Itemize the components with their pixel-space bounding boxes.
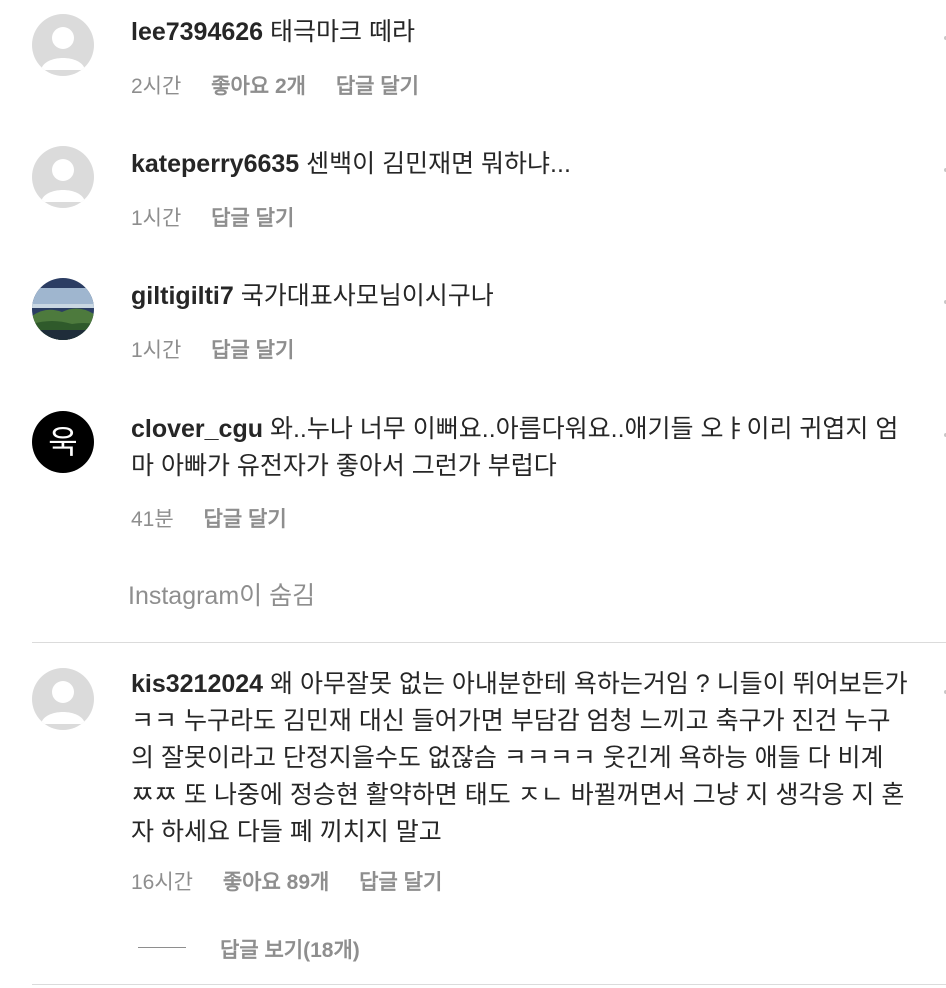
comment-text: clover_cgu 와..누나 너무 이뻐요..아름다워요..애기들 오ㅑ이리… (131, 411, 911, 485)
timestamp: 16시간 (131, 871, 193, 894)
likes-count[interactable]: 좋아요 89개 (223, 871, 329, 894)
timestamp: 41분 (131, 508, 174, 531)
user-silhouette-icon (41, 681, 85, 724)
default-avatar[interactable] (32, 668, 94, 730)
username-link[interactable]: kateperry6635 (131, 150, 299, 178)
comment-meta: 2시간 좋아요 2개 답글 달기 (131, 70, 443, 100)
comment-body: 태극마크 떼라 (270, 18, 415, 46)
comment-meta: 41분 답글 달기 (131, 503, 311, 533)
hidden-by-instagram-label: Instagram이 숨김 (128, 582, 316, 610)
comment-text: lee7394626 태극마크 떼라 (131, 14, 911, 51)
user-avatar[interactable]: 욱 (32, 411, 94, 473)
svg-text:욱: 욱 (48, 423, 77, 461)
timestamp: 1시간 (131, 339, 182, 362)
comment-body: 국가대표사모님이시구나 (240, 282, 494, 310)
timestamp: 1시간 (131, 207, 182, 230)
replies-line (138, 947, 186, 948)
comment-body: 센백이 김민재면 뭐하냐... (306, 150, 571, 178)
likes-count[interactable]: 좋아요 2개 (211, 75, 306, 98)
default-avatar[interactable] (32, 146, 94, 208)
username-link[interactable]: lee7394626 (131, 18, 263, 46)
user-silhouette-icon (41, 159, 85, 202)
landscape-photo-icon (32, 278, 94, 340)
comment-meta: 16시간 좋아요 89개 답글 달기 (131, 866, 466, 896)
user-silhouette-icon (41, 27, 85, 70)
reply-button[interactable]: 답글 달기 (336, 75, 419, 98)
divider (32, 984, 946, 985)
user-avatar[interactable] (32, 278, 94, 340)
glyph-avatar-icon: 욱 (48, 423, 77, 461)
comment-meta: 1시간 답글 달기 (131, 334, 318, 364)
reply-button[interactable]: 답글 달기 (204, 508, 287, 531)
reply-button[interactable]: 답글 달기 (211, 339, 294, 362)
divider (32, 642, 946, 643)
default-avatar[interactable] (32, 14, 94, 76)
username-link[interactable]: giltigilti7 (131, 282, 234, 310)
reply-button[interactable]: 답글 달기 (359, 871, 442, 894)
comment-text: kateperry6635 센백이 김민재면 뭐하냐... (131, 146, 911, 183)
view-replies-button[interactable]: 답글 보기(18개) (220, 934, 360, 964)
username-link[interactable]: kis3212024 (131, 670, 263, 698)
comment-text: giltigilti7 국가대표사모님이시구나 (131, 278, 911, 315)
comment-text: kis3212024 왜 아무잘못 없는 아내분한테 욕하는거임 ? 니들이 뛰… (131, 666, 911, 851)
username-link[interactable]: clover_cgu (131, 415, 263, 443)
comment-meta: 1시간 답글 달기 (131, 202, 318, 232)
reply-button[interactable]: 답글 달기 (211, 207, 294, 230)
timestamp: 2시간 (131, 75, 182, 98)
